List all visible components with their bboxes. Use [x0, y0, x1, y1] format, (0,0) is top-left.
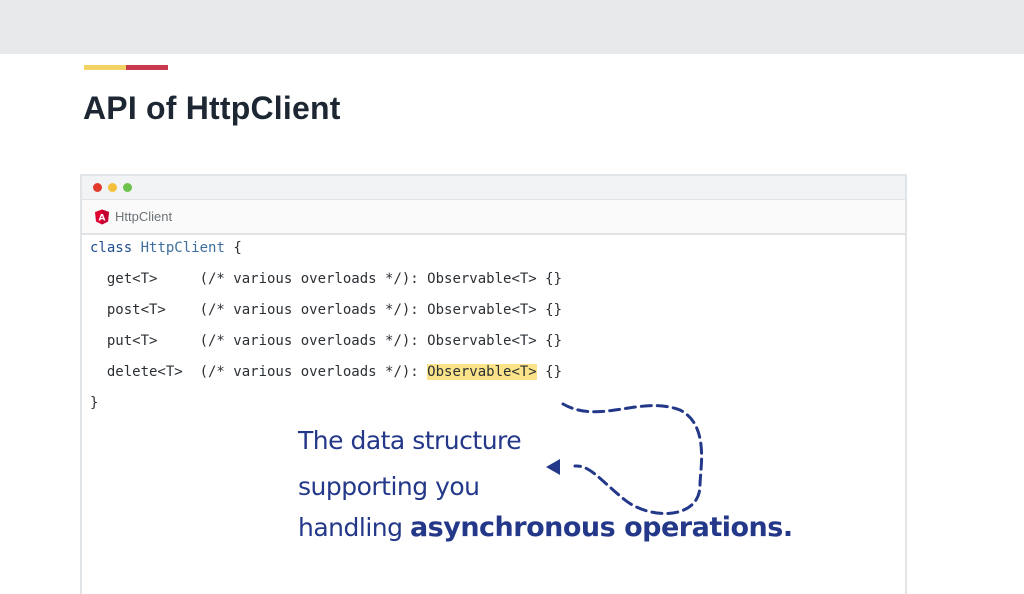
annotation: The data structure supporting you handli… [298, 398, 818, 568]
method-signature-end: {} [536, 364, 563, 380]
annotation-line-3-strong: asynchronous operations. [409, 512, 793, 543]
class-name: HttpClient [140, 240, 225, 256]
method-signature: (/* various overloads */): Observable<T>… [199, 271, 563, 287]
method-signature: (/* various overloads */): [199, 364, 428, 380]
file-tab[interactable]: A HttpClient [82, 200, 905, 235]
top-bar [0, 0, 1024, 54]
code-line-get: get<T> (/* various overloads */): Observ… [90, 269, 562, 289]
method-name: delete<T> [90, 364, 200, 380]
method-signature: (/* various overloads */): Observable<T>… [199, 302, 563, 318]
code-line-close: } [90, 393, 98, 413]
angular-icon-letter: A [99, 214, 106, 224]
annotation-line-3-plain: handling [298, 513, 410, 542]
observable-highlight: Observable<T> [427, 364, 537, 380]
method-signature: (/* various overloads */): Observable<T>… [199, 333, 563, 349]
method-name: get<T> [90, 271, 200, 287]
code-line-delete: delete<T> (/* various overloads */): Obs… [90, 362, 562, 382]
angular-icon: A [95, 209, 109, 225]
open-brace: { [224, 240, 242, 256]
accent-bar-yellow [84, 65, 126, 70]
window-chrome [82, 176, 905, 200]
annotation-line-2: supporting you [298, 472, 480, 501]
annotation-line-1: The data structure [298, 426, 522, 455]
window-minimize-dot[interactable] [108, 183, 117, 192]
code-line-post: post<T> (/* various overloads */): Obser… [90, 300, 562, 320]
code-line-class: class HttpClient { [90, 238, 242, 258]
method-name: post<T> [90, 302, 200, 318]
window-close-dot[interactable] [93, 183, 102, 192]
code-line-put: put<T> (/* various overloads */): Observ… [90, 331, 562, 351]
close-brace: } [90, 395, 99, 411]
accent-bar-red [126, 65, 168, 70]
annotation-line-3: handling asynchronous operations. [298, 512, 793, 543]
file-name: HttpClient [115, 209, 173, 224]
keyword-class: class [90, 240, 133, 256]
slide-title: API of HttpClient [83, 90, 341, 126]
window-maximize-dot[interactable] [123, 183, 132, 192]
method-name: put<T> [90, 333, 200, 349]
